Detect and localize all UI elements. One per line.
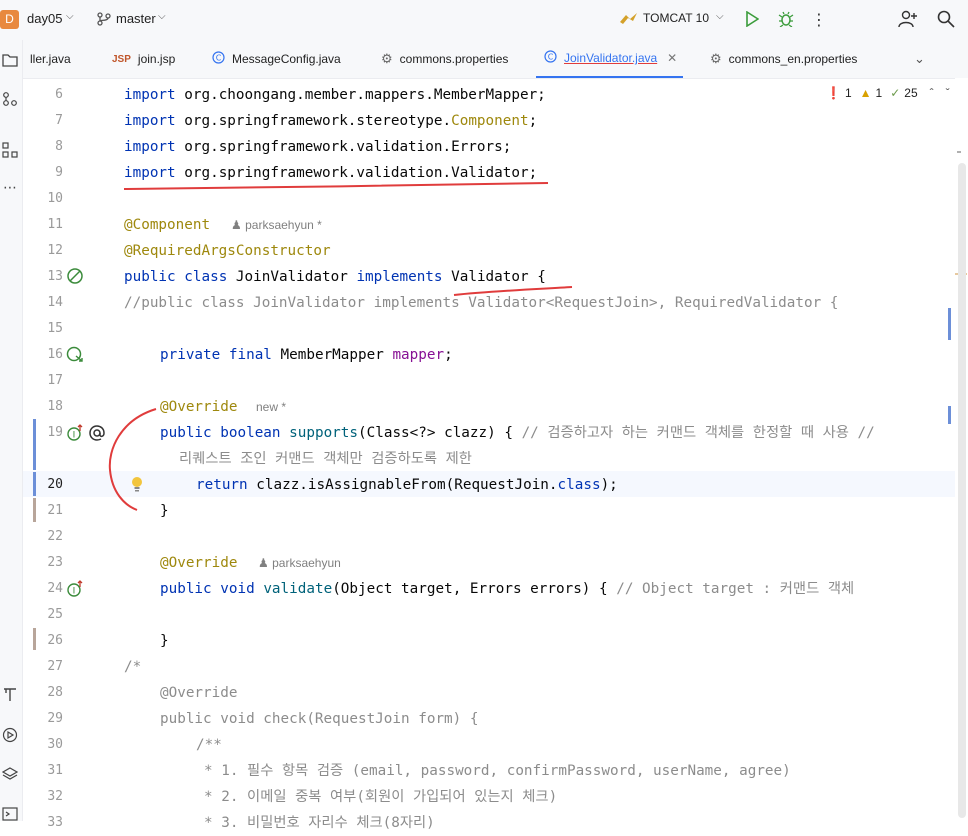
editor-scrollbar[interactable] — [948, 78, 968, 821]
bracket-annotation — [108, 408, 157, 511]
scrollbar-thumb[interactable] — [958, 163, 966, 818]
annotation-marks — [108, 182, 573, 511]
underline-annotation — [123, 182, 549, 190]
underline-annotation — [453, 286, 573, 296]
